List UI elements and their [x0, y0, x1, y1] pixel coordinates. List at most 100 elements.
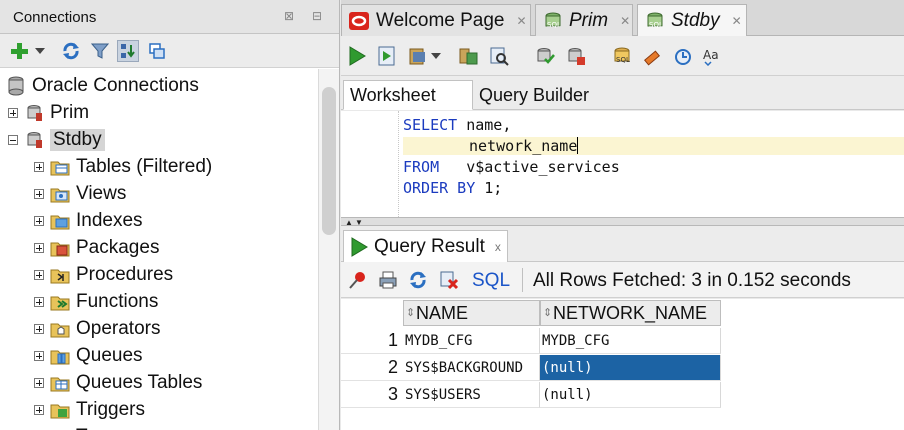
editor-results-splitter[interactable]: ▲ ▼ [341, 217, 904, 227]
expand-icon[interactable] [34, 405, 44, 415]
expand-icon[interactable] [8, 108, 18, 118]
expand-icon[interactable] [34, 324, 44, 334]
keyword-from: FROM [403, 158, 440, 176]
expand-icon[interactable] [34, 297, 44, 307]
database-icon [8, 76, 24, 96]
toolbar-divider [522, 268, 523, 292]
refresh-results-icon[interactable] [407, 269, 429, 291]
pin-icon[interactable] [347, 269, 369, 291]
cell-name[interactable]: SYS$USERS [403, 382, 540, 408]
close-panel-icon[interactable]: ⊠ [284, 9, 294, 23]
expand-icon[interactable] [34, 270, 44, 280]
rollback-icon[interactable] [565, 45, 587, 67]
tree-item-stdby[interactable]: Stdby [8, 127, 105, 153]
code-text: v$active_services [439, 158, 620, 176]
add-connection-icon[interactable] [8, 40, 30, 62]
code-line-1: SELECT name, [403, 116, 511, 134]
expand-icon[interactable] [34, 216, 44, 226]
scrollbar-thumb[interactable] [322, 87, 336, 235]
run-statement-icon[interactable] [346, 45, 368, 67]
column-header-label: NAME [416, 302, 469, 323]
dropdown-arrow-icon[interactable] [34, 40, 46, 62]
tree-item-operators[interactable]: Operators [34, 316, 160, 342]
commit-icon[interactable] [534, 45, 556, 67]
connections-header: Connections ⊠ ⊟ [0, 0, 339, 34]
filter-icon[interactable] [89, 40, 111, 62]
cell-network-name[interactable]: (null) [540, 382, 721, 408]
code-text: name, [457, 116, 512, 134]
tree-item-functions[interactable]: Functions [34, 289, 158, 315]
tree-item-procedures[interactable]: Procedures [34, 262, 173, 288]
keyword-select: SELECT [403, 116, 458, 134]
run-script-icon[interactable] [376, 45, 398, 67]
sql-history-icon[interactable] [672, 45, 694, 67]
minimize-panel-icon[interactable]: ⊟ [312, 9, 322, 23]
tab-stdby[interactable]: SQL Stdby ✕ [637, 4, 747, 37]
tree-item-queues-tables[interactable]: Queues Tables [34, 370, 202, 396]
sql-worksheet-icon: SQL [545, 12, 561, 29]
collapse-down-icon[interactable]: ▼ [355, 219, 363, 227]
editor-area: Welcome Page ✕ SQL Prim ✕ SQL Stdby ✕ SQ… [341, 0, 904, 430]
explain-plan-icon[interactable] [458, 45, 480, 67]
tree-item-triggers[interactable]: Triggers [34, 397, 145, 423]
tree-item-queues[interactable]: Queues [34, 343, 143, 369]
tree-scrollbar[interactable] [318, 69, 339, 430]
views-icon [50, 188, 70, 203]
expand-icon[interactable] [34, 378, 44, 388]
expand-icon[interactable] [34, 162, 44, 172]
expand-icon[interactable] [34, 243, 44, 253]
tree-item-indexes[interactable]: Indexes [34, 208, 143, 234]
tab-welcome-page[interactable]: Welcome Page ✕ [341, 4, 531, 36]
close-tab-icon[interactable]: ✕ [517, 14, 527, 28]
triggers-icon [50, 404, 70, 419]
tab-label: Prim [569, 9, 609, 31]
autotrace-icon[interactable] [407, 45, 429, 67]
cell-name[interactable]: MYDB_CFG [403, 328, 540, 354]
cell-network-name[interactable]: MYDB_CFG [540, 328, 721, 354]
tree-item-tables[interactable]: Tables (Filtered) [34, 154, 212, 180]
operators-icon [50, 323, 70, 338]
collapse-up-icon[interactable]: ▲ [345, 219, 353, 227]
close-tab-icon[interactable]: x [495, 240, 501, 254]
tab-worksheet[interactable]: Worksheet [343, 80, 473, 110]
tree-item-views[interactable]: Views [34, 181, 126, 207]
cell-network-name-selected[interactable]: (null) [540, 355, 721, 381]
sort-icon[interactable]: ⇕ [543, 308, 552, 319]
sql-link[interactable]: SQL [472, 270, 510, 292]
format-case-icon[interactable]: Aa [702, 45, 724, 67]
svg-text:SQL: SQL [616, 56, 630, 64]
tree-item-prim[interactable]: Prim [8, 100, 89, 126]
sort-icon[interactable]: ⇕ [406, 308, 415, 319]
expand-icon[interactable] [34, 351, 44, 361]
close-tab-icon[interactable]: ✕ [620, 14, 630, 28]
svg-text:SQL: SQL [547, 21, 561, 29]
cancel-fetch-icon[interactable] [438, 269, 460, 291]
tree-item-label: Indexes [76, 210, 143, 231]
tree-item-packages[interactable]: Packages [34, 235, 159, 261]
clear-icon[interactable] [641, 45, 663, 67]
manage-columns-icon[interactable] [146, 40, 168, 62]
tree-item-label: T [76, 426, 88, 430]
sql-tuning-advisor-icon[interactable] [488, 45, 510, 67]
connection-icon [27, 132, 42, 148]
cell-name[interactable]: SYS$BACKGROUND [403, 355, 540, 381]
tab-query-result[interactable]: Query Result x [343, 230, 508, 262]
column-header-name[interactable]: ⇕ NAME [403, 300, 540, 326]
schema-browser-icon[interactable] [117, 40, 139, 62]
print-icon[interactable] [377, 269, 399, 291]
unshared-sql-worksheet-icon[interactable]: SQL [611, 45, 633, 67]
tab-prim[interactable]: SQL Prim ✕ [535, 4, 633, 36]
tab-label: Query Builder [479, 84, 590, 105]
tree-item-partial[interactable]: T [34, 424, 88, 430]
expand-icon[interactable] [34, 189, 44, 199]
collapse-icon[interactable] [8, 135, 18, 145]
refresh-icon[interactable] [60, 40, 82, 62]
dropdown-arrow-icon[interactable] [429, 45, 443, 67]
tree-root-oracle-connections[interactable]: Oracle Connections [6, 73, 199, 99]
close-tab-icon[interactable]: ✕ [732, 14, 742, 28]
tab-query-builder[interactable]: Query Builder [473, 80, 595, 110]
tree-item-label: Triggers [76, 399, 145, 420]
sql-editor[interactable]: SELECT name, network_name FROM v$active_… [341, 111, 904, 217]
text-cursor [577, 137, 579, 154]
column-header-network-name[interactable]: ⇕ NETWORK_NAME [540, 300, 721, 326]
